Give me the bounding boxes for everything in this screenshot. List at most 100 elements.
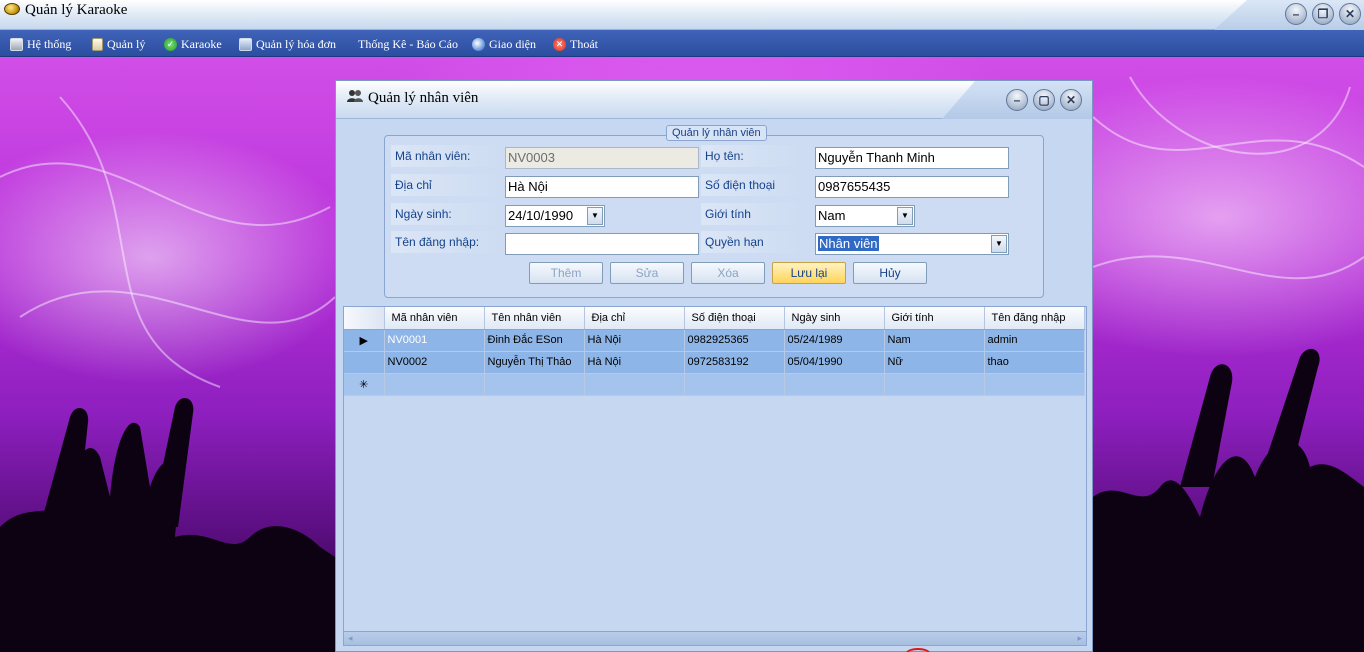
table-cell[interactable] <box>984 373 1085 396</box>
background-decoration <box>906 648 930 652</box>
employee-id-field: NV0003 <box>505 147 699 169</box>
scroll-right-icon[interactable]: ▸ <box>1077 632 1082 645</box>
table-cell[interactable]: 05/04/1990 <box>784 351 885 374</box>
menu-quan-ly[interactable]: Quản lý <box>92 35 145 53</box>
chevron-down-icon[interactable]: ▼ <box>991 235 1007 253</box>
table-cell[interactable]: Nữ <box>884 351 985 374</box>
birthday-picker[interactable]: 24/10/1990 ▼ <box>505 205 605 227</box>
child-window-title: Quản lý nhân viên <box>368 90 479 106</box>
system-icon <box>10 37 23 51</box>
column-header[interactable]: Giới tính <box>884 307 985 330</box>
table-cell[interactable]: Nam <box>884 329 985 352</box>
row-header[interactable] <box>344 351 385 374</box>
app-title: Quản lý Karaoke <box>25 2 128 18</box>
menu-label: Quản lý <box>107 36 146 51</box>
new-row[interactable]: ✳ <box>344 373 1085 396</box>
chevron-down-icon[interactable]: ▼ <box>897 207 913 225</box>
menu-giao-dien[interactable]: Giao diện <box>472 35 536 53</box>
gender-label: Giới tính <box>701 203 803 225</box>
child-titlebar: Quản lý nhân viên – ▢ ✕ <box>336 81 1092 119</box>
column-header[interactable]: Mã nhân viên <box>384 307 485 330</box>
table-row[interactable]: NV0002 Nguyễn Thị Thảo Hà Nội 0972583192… <box>344 351 1085 374</box>
child-body: Mã nhân viên: NV0003 Họ tên: Nguyễn Than… <box>336 119 1092 651</box>
gender-select[interactable]: Nam ▼ <box>815 205 915 227</box>
phone-field[interactable]: 0987655435 <box>815 176 1009 198</box>
check-icon: ✓ <box>164 37 177 51</box>
table-cell[interactable] <box>584 373 685 396</box>
employee-grid[interactable]: Mã nhân viên Tên nhân viên Địa chỉ Số đi… <box>343 306 1087 646</box>
table-cell[interactable] <box>484 373 585 396</box>
role-select[interactable]: Nhân viên ▼ <box>815 233 1009 255</box>
full-name-field[interactable]: Nguyễn Thanh Minh <box>815 147 1009 169</box>
employee-id-label: Mã nhân viên: <box>391 145 503 167</box>
edit-button[interactable]: Sửa <box>610 262 684 284</box>
table-cell[interactable]: 0982925365 <box>684 329 785 352</box>
address-field[interactable]: Hà Nội <box>505 176 699 198</box>
table-cell[interactable] <box>684 373 785 396</box>
table-cell[interactable]: NV0001 <box>384 329 485 352</box>
menu-karaoke[interactable]: ✓ Karaoke <box>164 35 222 53</box>
theme-icon <box>472 37 485 51</box>
table-cell[interactable] <box>784 373 885 396</box>
chevron-down-icon[interactable]: ▼ <box>587 207 603 225</box>
table-cell[interactable]: Nguyễn Thị Thảo <box>484 351 585 374</box>
employee-form-group: Mã nhân viên: NV0003 Họ tên: Nguyễn Than… <box>384 135 1044 298</box>
app-logo-icon <box>4 3 20 15</box>
username-label: Tên đăng nhập: <box>391 231 503 253</box>
add-button[interactable]: Thêm <box>529 262 603 284</box>
horizontal-scrollbar[interactable]: ◂ ▸ <box>344 631 1086 645</box>
username-field[interactable] <box>505 233 699 255</box>
scroll-left-icon[interactable]: ◂ <box>348 632 353 645</box>
role-label: Quyền hạn <box>701 231 803 253</box>
current-row-icon[interactable]: ▶ <box>344 329 385 352</box>
child-minimize-button[interactable]: – <box>1006 89 1028 111</box>
table-cell[interactable]: 0972583192 <box>684 351 785 374</box>
app-restore-button[interactable]: ❐ <box>1312 3 1334 25</box>
app-close-button[interactable]: ✕ <box>1339 3 1361 25</box>
employee-table: Mã nhân viên Tên nhân viên Địa chỉ Số đi… <box>344 307 1085 396</box>
menu-label: Thống Kê - Báo Cáo <box>358 36 458 51</box>
full-name-label: Họ tên: <box>701 145 803 167</box>
column-header[interactable]: Số điện thoại <box>684 307 785 330</box>
column-header[interactable]: Tên đăng nhập <box>984 307 1085 330</box>
menu-thoat[interactable]: ✕ Thoát <box>553 35 598 53</box>
exit-icon: ✕ <box>553 37 566 51</box>
menu-label: Hệ thống <box>27 36 72 51</box>
table-cell[interactable]: NV0002 <box>384 351 485 374</box>
child-close-button[interactable]: ✕ <box>1060 89 1082 111</box>
child-maximize-button[interactable]: ▢ <box>1033 89 1055 111</box>
cancel-button[interactable]: Hủy <box>853 262 927 284</box>
save-button[interactable]: Lưu lại <box>772 262 846 284</box>
table-cell[interactable]: Hà Nội <box>584 329 685 352</box>
grid-header-row: Mã nhân viên Tên nhân viên Địa chỉ Số đi… <box>344 307 1085 330</box>
app-minimize-button[interactable]: – <box>1285 3 1307 25</box>
menu-thong-ke-bao-cao[interactable]: Thống Kê - Báo Cáo <box>358 35 458 53</box>
select-all-corner[interactable] <box>344 307 385 330</box>
column-header[interactable]: Địa chỉ <box>584 307 685 330</box>
table-row[interactable]: ▶ NV0001 Đinh Đắc ESon Hà Nội 0982925365… <box>344 329 1085 352</box>
table-cell[interactable] <box>384 373 485 396</box>
table-cell[interactable]: admin <box>984 329 1085 352</box>
menu-label: Thoát <box>570 36 598 51</box>
table-cell[interactable]: Hà Nội <box>584 351 685 374</box>
app-titlebar: Quản lý Karaoke – ❐ ✕ <box>0 0 1364 30</box>
column-header[interactable]: Tên nhân viên <box>484 307 585 330</box>
new-row-icon[interactable]: ✳ <box>344 373 385 396</box>
menu-he-thong[interactable]: Hệ thống <box>10 35 71 53</box>
birthday-label: Ngày sinh: <box>391 203 503 225</box>
menu-quan-ly-hoa-don[interactable]: Quản lý hóa đơn <box>239 35 336 53</box>
menu-label: Karaoke <box>181 36 222 51</box>
menu-label: Quản lý hóa đơn <box>256 36 336 51</box>
table-cell[interactable]: 05/24/1989 <box>784 329 885 352</box>
delete-button[interactable]: Xóa <box>691 262 765 284</box>
invoice-icon <box>239 37 252 51</box>
phone-label: Số điện thoại <box>701 174 803 196</box>
birthday-value: 24/10/1990 <box>508 208 574 223</box>
address-label: Địa chỉ <box>391 174 503 196</box>
table-cell[interactable] <box>884 373 985 396</box>
menu-bar: Hệ thống Quản lý ✓ Karaoke Quản lý hóa đ… <box>0 30 1364 57</box>
column-header[interactable]: Ngày sinh <box>784 307 885 330</box>
table-cell[interactable]: thao <box>984 351 1085 374</box>
table-cell[interactable]: Đinh Đắc ESon <box>484 329 585 352</box>
role-value: Nhân viên <box>818 236 879 251</box>
